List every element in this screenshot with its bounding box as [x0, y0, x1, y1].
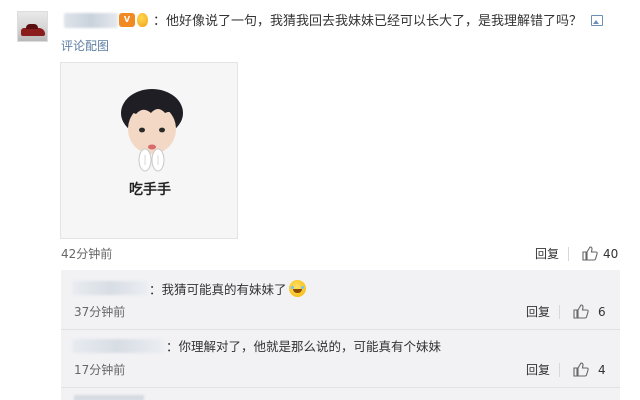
reply-timestamp: 37分钟前 — [74, 305, 126, 319]
next-reply-username-blurred[interactable] — [74, 395, 144, 400]
sticker-illustration — [121, 89, 183, 172]
reply-username-blurred[interactable] — [72, 281, 148, 295]
comment-timestamp: 42分钟前 — [61, 247, 113, 261]
thumbs-up-icon[interactable] — [573, 304, 589, 319]
thumbs-up-icon[interactable] — [573, 362, 589, 377]
picture-icon[interactable] — [591, 15, 603, 26]
like-count: 40 — [603, 247, 619, 261]
reply-button[interactable]: 回复 — [526, 304, 550, 320]
user-badges: V — [119, 11, 148, 29]
reply-text: ：你理解对了，他就是那么说的，可能真有个妹妹 — [166, 339, 442, 354]
thumbs-up-icon[interactable] — [582, 246, 598, 261]
reply-divider — [61, 329, 620, 330]
reply-text-content: ：我猜可能真的有妹妹了 — [149, 282, 287, 297]
reply-divider — [61, 387, 620, 388]
like-count: 4 — [598, 363, 606, 377]
comment-text: ：他好像说了一句，我猜我回去我妹妹已经可以长大了，是我理解错了吗？ — [153, 14, 583, 29]
comment-image-link[interactable]: 评论配图 — [61, 38, 109, 54]
comment-sticker-image[interactable]: 吃手手 — [60, 62, 238, 239]
avatar[interactable] — [17, 11, 48, 42]
reply-username-blurred[interactable] — [72, 339, 164, 353]
username-blurred[interactable] — [64, 13, 118, 28]
reply-timestamp: 17分钟前 — [74, 363, 126, 377]
balloon-badge-icon[interactable] — [137, 13, 148, 27]
reply-button[interactable]: 回复 — [526, 362, 550, 378]
action-divider — [568, 247, 569, 261]
like-count: 6 — [598, 305, 606, 319]
reply-text: ：我猜可能真的有妹妹了 — [149, 280, 306, 299]
action-divider — [559, 363, 560, 377]
vip-badge-icon[interactable]: V — [119, 13, 135, 27]
sticker-caption: 吃手手 — [129, 182, 171, 198]
comment-card: V ：他好像说了一句，我猜我回去我妹妹已经可以长大了，是我理解错了吗？ 评论配图… — [0, 0, 640, 268]
action-divider — [559, 305, 560, 319]
reply-button[interactable]: 回复 — [535, 246, 559, 262]
laughing-crying-emoji-icon — [288, 280, 306, 297]
